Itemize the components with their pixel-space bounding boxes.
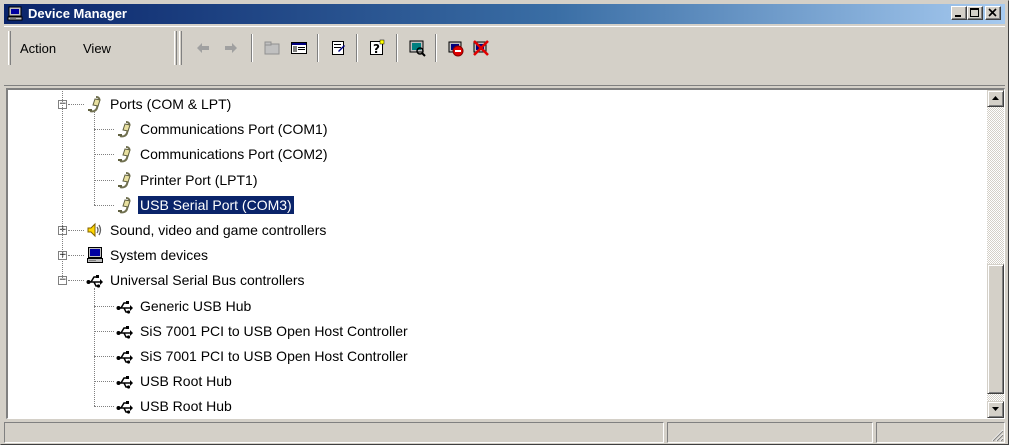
tree-item-label: Universal Serial Bus controllers [110,272,305,289]
port-icon [86,95,104,113]
back-arrow-icon [197,43,209,53]
close-button[interactable] [985,6,1001,20]
tree-connector [68,104,84,106]
vertical-scrollbar[interactable] [987,90,1004,418]
tree-item-label: Printer Port (LPT1) [140,171,258,188]
uninstall-icon [473,40,489,56]
tree-connector [94,112,96,205]
tree-item-label: Ports (COM & LPT) [110,96,232,112]
scroll-down-button[interactable] [987,401,1004,418]
title-bar[interactable]: Device Manager [4,4,1005,24]
scan-hardware-button[interactable] [405,36,429,60]
usb-icon [116,372,134,390]
back-button[interactable] [191,36,215,60]
maximize-icon [970,8,979,17]
help-button[interactable]: ? [365,36,389,60]
menu-action[interactable]: Action [20,41,56,57]
scroll-up-button[interactable] [987,90,1004,107]
toolbar-separator [251,34,253,62]
tree-item-label: Sound, video and game controllers [110,222,327,238]
tree-item-label: Communications Port (COM2) [140,146,328,163]
svg-text:?: ? [373,42,380,56]
close-icon [988,8,997,17]
uninstall-button[interactable] [469,36,493,60]
status-panel-2 [667,422,873,443]
minimize-button[interactable] [951,6,967,20]
usb-icon [86,271,104,289]
tree-connector [94,406,114,408]
device-manager-icon [7,6,23,21]
tree-connector [94,204,114,207]
forward-button[interactable] [219,36,243,60]
port-icon [116,196,134,214]
up-folder-icon [264,41,280,55]
tree-connector [68,230,84,232]
toolbar-separator [396,34,398,62]
disable-device-icon [448,41,464,57]
device-tree[interactable]: Ports (COM & LPT) − Communications Port (C… [6,88,1005,419]
tree-connector [68,255,84,257]
tree-connector [62,90,64,281]
tree-item-label: System devices [110,247,209,264]
toolbar-grip[interactable] [174,31,177,65]
window-title: Device Manager [28,6,127,21]
resize-grip-icon[interactable] [991,429,1004,442]
computer-icon [86,246,104,264]
status-panel-3 [876,422,1005,443]
help-icon: ? [370,39,385,56]
toolbar-separator [435,34,437,62]
scroll-up-arrow-icon [992,96,999,100]
tree-item-label: SiS 7001 PCI to USB Open Host Controller [140,348,408,364]
disable-button[interactable] [444,36,468,60]
tree-connector [94,356,114,358]
status-panel-main [4,422,664,443]
tree-connector [94,154,114,156]
usb-icon [116,297,134,315]
tree-connector [94,288,96,407]
tree-item-label: USB Root Hub [140,373,232,390]
tree-connector [94,129,114,131]
port-icon [116,171,134,189]
tree-item-label: Communications Port (COM1) [140,121,328,138]
device-manager-window: Device Manager Action View ? Ports (COM … [0,0,1009,445]
maximize-button[interactable] [967,6,983,20]
console-tree-icon [291,42,307,54]
menu-grip[interactable] [8,31,11,65]
usb-icon [116,397,134,415]
port-icon [116,145,134,163]
properties-icon [332,41,345,55]
tree-item-label: USB Root Hub [140,398,232,415]
toolbar-grip-2 [179,31,182,65]
menu-toolbar: Action View ? [4,26,1005,86]
port-icon [116,120,134,138]
scan-hardware-icon [409,40,426,57]
tree-item-label: USB Serial Port (COM3) [137,194,295,215]
tree-connector [94,305,114,308]
tree-connector [94,381,114,383]
properties-button[interactable] [326,36,350,60]
up-button[interactable] [260,36,284,60]
tree-connector [94,179,114,182]
scroll-down-arrow-icon [992,407,999,411]
toolbar-separator [317,34,319,62]
minimize-icon [955,15,961,17]
toolbar-separator [356,34,358,62]
tree-item-label: Generic USB Hub [140,297,252,314]
usb-icon [116,347,134,365]
forward-arrow-icon [225,43,237,53]
usb-icon [116,322,134,340]
tree-connector [94,330,114,333]
tree-item-label: SiS 7001 PCI to USB Open Host Controller [140,322,408,339]
status-bar [4,422,1005,443]
speaker-icon [86,221,104,239]
menu-view[interactable]: View [83,41,111,57]
scroll-thumb[interactable] [987,264,1004,394]
tree-connector [68,280,84,282]
console-tree-button[interactable] [287,36,311,60]
